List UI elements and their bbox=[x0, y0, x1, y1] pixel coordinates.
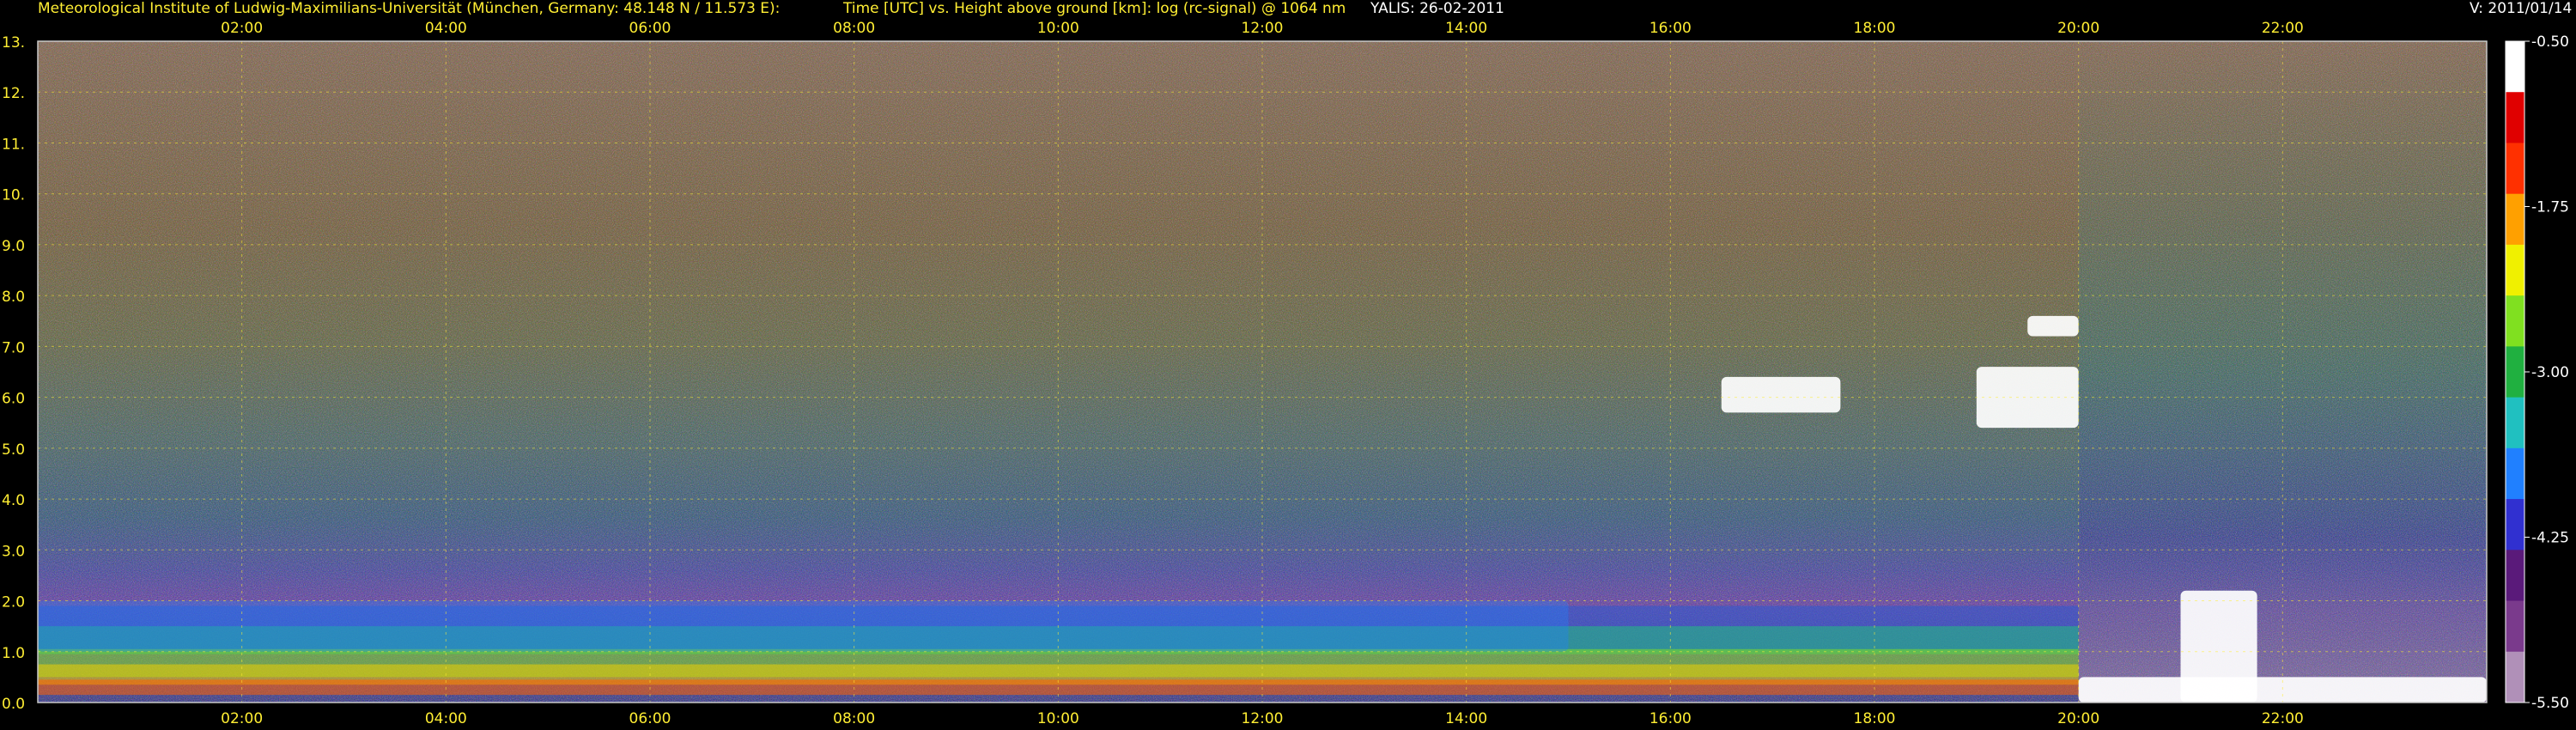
x-tick-label-top: 10:00 bbox=[1037, 20, 1079, 37]
x-tick-label-top: 16:00 bbox=[1649, 20, 1692, 37]
x-tick-label-top: 08:00 bbox=[833, 20, 875, 37]
colorbar-segment bbox=[2506, 397, 2524, 449]
feature-cloud-layer bbox=[1976, 367, 2079, 429]
x-tick-label-bottom: 08:00 bbox=[833, 710, 875, 727]
y-tick-label: 4.0 bbox=[2, 492, 25, 509]
colorbar-segment bbox=[2506, 600, 2524, 653]
colorbar-segment bbox=[2506, 447, 2524, 500]
colorbar-segment bbox=[2506, 346, 2524, 398]
colorbar-label: -4.25 bbox=[2531, 530, 2569, 547]
y-tick-label: 6.0 bbox=[2, 391, 25, 408]
y-tick-label: 1.0 bbox=[2, 645, 25, 662]
x-tick-label-top: 14:00 bbox=[1445, 20, 1487, 37]
x-tick-label-top: 02:00 bbox=[221, 20, 263, 37]
y-tick-label: 13. bbox=[2, 34, 25, 52]
colorbar-segment bbox=[2506, 193, 2524, 246]
colorbar-label: -3.00 bbox=[2531, 364, 2569, 381]
colorbar-label: -1.75 bbox=[2531, 199, 2569, 216]
colorbar-label: -5.50 bbox=[2531, 695, 2569, 712]
y-tick-label: 5.0 bbox=[2, 441, 25, 459]
y-tick-label: 11. bbox=[2, 136, 25, 153]
x-tick-label-bottom: 02:00 bbox=[221, 710, 263, 727]
colorbar-segment bbox=[2506, 244, 2524, 296]
x-tick-label-bottom: 12:00 bbox=[1242, 710, 1284, 727]
lidar-heatmap-chart: 0.0 1.0 2.0 3.0 4.0 5.0 6.0 7.0 8.0 9.0 10. 11. 12. 1… bbox=[2, 20, 2569, 727]
colorbar-segment bbox=[2506, 295, 2524, 347]
colorbar-segment bbox=[2506, 41, 2524, 93]
x-tick-label-bottom: 20:00 bbox=[2057, 710, 2099, 727]
feature-cloud-layer bbox=[1721, 376, 1841, 413]
x-tick-label-top: 18:00 bbox=[1854, 20, 1896, 37]
feature-cloud-patch bbox=[2027, 315, 2079, 337]
colorbar-segment bbox=[2506, 92, 2524, 143]
colorbar-segment bbox=[2506, 651, 2524, 703]
colorbar: -0.50 -1.75 -3.00 -4.25 -5.50 bbox=[2505, 33, 2569, 712]
y-tick-label: 12. bbox=[2, 85, 25, 102]
y-tick-label: 2.0 bbox=[2, 594, 25, 611]
x-tick-label-top: 22:00 bbox=[2262, 20, 2304, 37]
colorbar-segment bbox=[2506, 550, 2524, 602]
y-tick-label: 3.0 bbox=[2, 543, 25, 560]
y-tick-label: 9.0 bbox=[2, 238, 25, 255]
colorbar-segment bbox=[2506, 143, 2524, 195]
y-tick-label: 0.0 bbox=[2, 696, 25, 713]
x-tick-label-bottom: 14:00 bbox=[1445, 710, 1487, 727]
x-tick-label-top: 04:00 bbox=[425, 20, 467, 37]
feature-residual-layer bbox=[38, 600, 1569, 652]
y-tick-label: 8.0 bbox=[2, 289, 25, 306]
y-tick-label: 10. bbox=[2, 187, 25, 204]
x-tick-label-bottom: 04:00 bbox=[425, 710, 467, 727]
x-tick-label-bottom: 06:00 bbox=[629, 710, 671, 727]
x-tick-label-bottom: 16:00 bbox=[1649, 710, 1692, 727]
x-tick-label-bottom: 18:00 bbox=[1854, 710, 1896, 727]
x-tick-label-bottom: 10:00 bbox=[1037, 710, 1079, 727]
x-tick-label-bottom: 22:00 bbox=[2262, 710, 2304, 727]
x-tick-label-top: 20:00 bbox=[2057, 20, 2099, 37]
x-tick-label-top: 12:00 bbox=[1242, 20, 1284, 37]
x-tick-label-top: 06:00 bbox=[629, 20, 671, 37]
y-tick-label: 7.0 bbox=[2, 339, 25, 356]
colorbar-label: -0.50 bbox=[2531, 33, 2569, 51]
colorbar-segment bbox=[2506, 499, 2524, 551]
